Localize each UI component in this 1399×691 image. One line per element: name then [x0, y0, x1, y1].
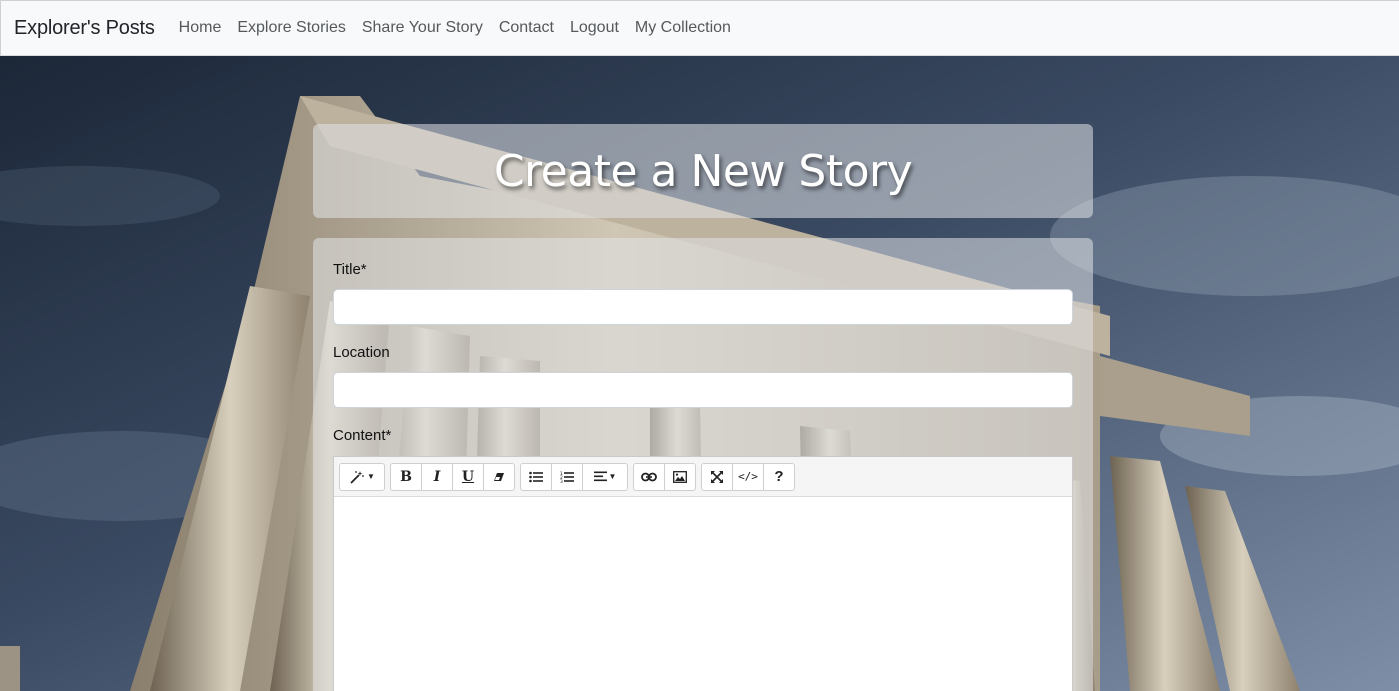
- nav-home[interactable]: Home: [179, 19, 222, 37]
- nav-my-collection[interactable]: My Collection: [635, 19, 731, 37]
- insert-picture-button[interactable]: [664, 462, 696, 491]
- location-input[interactable]: [333, 372, 1073, 408]
- chevron-down-icon: ▼: [608, 472, 617, 481]
- chevron-down-icon: ▼: [367, 472, 375, 481]
- nav-logout[interactable]: Logout: [570, 19, 619, 37]
- brand-link[interactable]: Explorer's Posts: [14, 17, 155, 40]
- nav-contact[interactable]: Contact: [499, 19, 554, 37]
- picture-icon: [673, 470, 687, 483]
- underline-button[interactable]: U: [452, 462, 484, 491]
- unordered-list-icon: [529, 471, 543, 483]
- paragraph-dropdown-button[interactable]: ▼: [582, 462, 628, 491]
- nav-share-your-story[interactable]: Share Your Story: [362, 19, 483, 37]
- italic-button[interactable]: I: [421, 462, 453, 491]
- link-icon: [641, 472, 657, 482]
- bold-icon: B: [400, 468, 412, 485]
- italic-icon: I: [433, 468, 441, 485]
- content-editor: ▼ B I U 1 2 3 ▼ </> ?: [333, 456, 1073, 691]
- bold-button[interactable]: B: [390, 462, 422, 491]
- title-input[interactable]: [333, 289, 1073, 325]
- svg-text:3: 3: [560, 479, 563, 483]
- navbar: Explorer's Posts Home Explore Stories Sh…: [0, 0, 1399, 56]
- fullscreen-icon: [711, 470, 723, 483]
- style-dropdown-button[interactable]: ▼: [339, 462, 385, 491]
- clear-format-button[interactable]: [483, 462, 515, 491]
- help-icon: ?: [774, 468, 784, 485]
- unordered-list-button[interactable]: [520, 462, 552, 491]
- ordered-list-button[interactable]: 123: [551, 462, 583, 491]
- content-editable-area[interactable]: [334, 497, 1072, 691]
- ordered-list-icon: 123: [560, 471, 574, 483]
- editor-toolbar: ▼ B I U 1 2 3 ▼ </> ?: [334, 457, 1072, 497]
- title-label: Title*: [333, 261, 367, 278]
- eraser-icon: [493, 471, 505, 483]
- code-view-icon: </>: [738, 470, 758, 483]
- nav-explore-stories[interactable]: Explore Stories: [237, 19, 346, 37]
- underline-icon: U: [461, 468, 475, 485]
- insert-link-button[interactable]: [633, 462, 665, 491]
- location-label: Location: [333, 344, 390, 361]
- page-header-card: Create a New Story: [313, 124, 1093, 218]
- help-button[interactable]: ?: [763, 462, 795, 491]
- story-form: Title* Location Content* ▼ B I U 1 2 3 ▼…: [313, 238, 1093, 691]
- magic-icon: [349, 470, 365, 484]
- content-label: Content*: [333, 427, 392, 444]
- page-title: Create a New Story: [493, 145, 913, 197]
- align-icon: [593, 471, 607, 482]
- fullscreen-button[interactable]: [701, 462, 733, 491]
- code-view-button[interactable]: </>: [732, 462, 764, 491]
